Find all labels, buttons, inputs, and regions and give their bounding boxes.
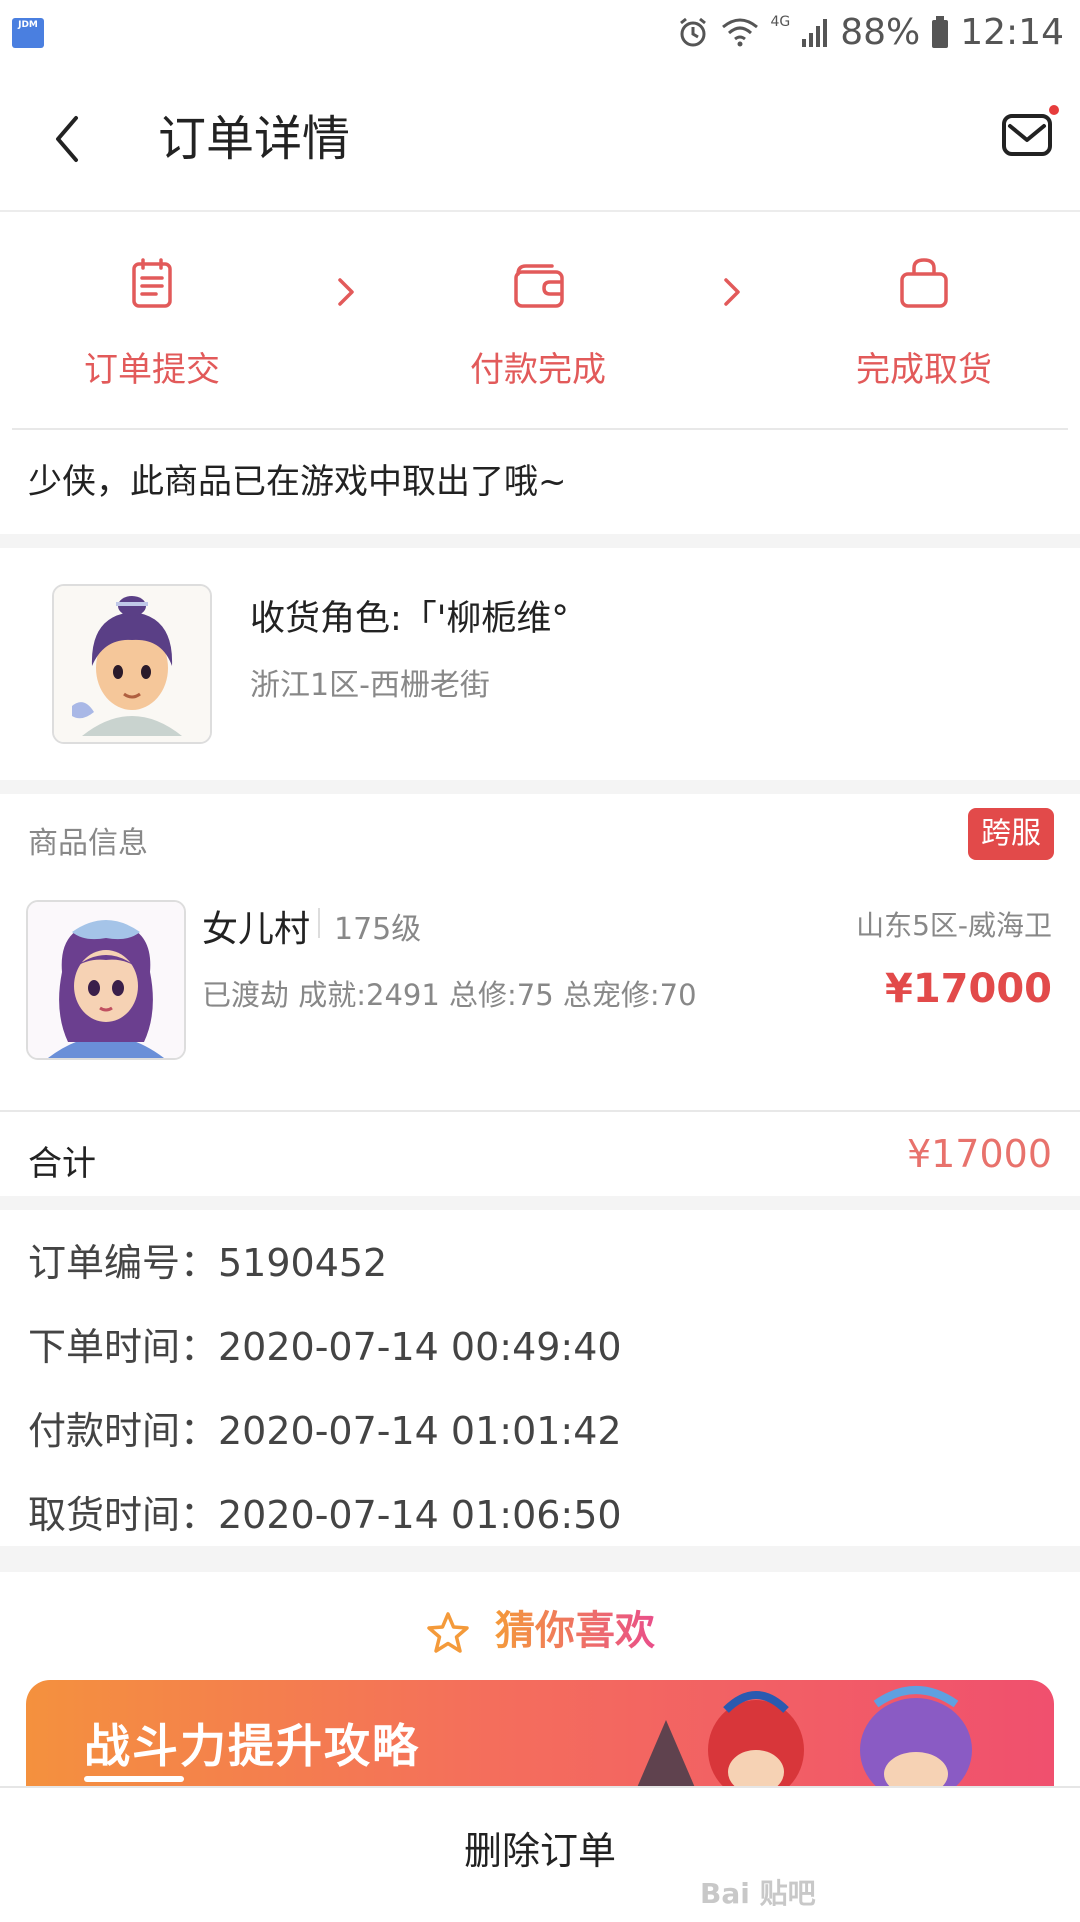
- pickup-notice: 少侠，此商品已在游戏中取出了哦~: [28, 462, 567, 502]
- total-value: ¥17000: [906, 1132, 1052, 1176]
- step-order-submitted: 订单提交: [52, 254, 252, 391]
- unread-dot: [1049, 105, 1059, 115]
- banner-title: 战斗力提升攻略: [84, 1719, 420, 1773]
- clock: 12:14: [960, 11, 1064, 53]
- order-list-icon: [132, 258, 172, 308]
- step-payment-complete: 付款完成: [438, 254, 638, 391]
- section-gap: [0, 780, 1080, 794]
- star-icon: [427, 1612, 469, 1653]
- goods-section-label: 商品信息: [28, 826, 148, 861]
- payment-time: 付款时间：2020-07-14 01:01:42: [28, 1409, 622, 1453]
- bag-icon: [900, 258, 948, 308]
- wallet-icon: [514, 264, 564, 308]
- status-icons: 4G 88% 12:14: [676, 10, 1064, 54]
- step-label: 付款完成: [470, 350, 606, 390]
- battery-icon: [932, 16, 949, 48]
- signal-icon: [802, 19, 828, 47]
- section-gap: [0, 534, 1080, 548]
- banner-characters-icon: [636, 1686, 972, 1790]
- wifi-icon: [722, 18, 759, 47]
- order-number: 订单编号：5190452: [28, 1241, 388, 1285]
- watermark: Bai 贴吧: [700, 1877, 816, 1910]
- goods-avatar[interactable]: [26, 900, 186, 1060]
- chevron-left-icon: [56, 116, 78, 162]
- step-label: 订单提交: [84, 350, 220, 390]
- alarm-icon: [680, 17, 707, 47]
- strategy-banner[interactable]: 战斗力提升攻略: [26, 1680, 1054, 1790]
- total-label: 合计: [28, 1144, 96, 1184]
- cross-server-badge: 跨服: [968, 808, 1054, 860]
- section-gap: [0, 1196, 1080, 1210]
- page-title: 订单详情: [158, 111, 351, 167]
- character-avatar-icon: [28, 902, 184, 1058]
- battery-percent: 88%: [840, 11, 921, 53]
- step-label: 完成取货: [856, 350, 992, 390]
- status-bar: JDM 4G 88% 12:14: [0, 0, 1080, 64]
- section-gap: [0, 1546, 1080, 1572]
- receiver-name: 收货角色:「'柳栀维°: [250, 599, 569, 639]
- character-avatar-icon: [54, 586, 210, 742]
- app-icon-label: JDM: [18, 20, 38, 30]
- banner-underline: [84, 1776, 184, 1782]
- network-type: 4G: [770, 14, 791, 30]
- goods-attributes: 已渡劫 成就:2491 总修:75 总宠修:70: [202, 978, 697, 1012]
- goods-server: 山东5区-威海卫: [856, 909, 1052, 942]
- goods-separator: [318, 908, 320, 938]
- goods-level: 175级: [334, 912, 422, 947]
- app-header: 订单详情: [0, 64, 1080, 212]
- divider: [0, 1110, 1080, 1112]
- delete-order-button[interactable]: 删除订单: [0, 1788, 1080, 1922]
- step-pickup-complete: 完成取货: [824, 254, 1024, 391]
- divider: [12, 428, 1068, 430]
- recommend-heading: 猜你喜欢: [0, 1598, 1080, 1656]
- chevron-right-icon: [338, 278, 354, 306]
- app-notification-icon: JDM: [12, 18, 44, 48]
- chevron-right-icon: [724, 278, 740, 306]
- goods-price: ¥17000: [885, 966, 1052, 1012]
- receiver-server: 浙江1区-西栅老街: [250, 668, 490, 703]
- bottom-action-bar: 删除订单: [0, 1786, 1080, 1922]
- recommend-title: 猜你喜欢: [494, 1608, 655, 1654]
- back-button[interactable]: [40, 104, 100, 174]
- pickup-time: 取货时间：2020-07-14 01:06:50: [28, 1493, 622, 1537]
- goods-name: 女儿村: [202, 909, 311, 950]
- receiver-avatar: [52, 584, 212, 744]
- order-time: 下单时间：2020-07-14 00:49:40: [28, 1325, 622, 1369]
